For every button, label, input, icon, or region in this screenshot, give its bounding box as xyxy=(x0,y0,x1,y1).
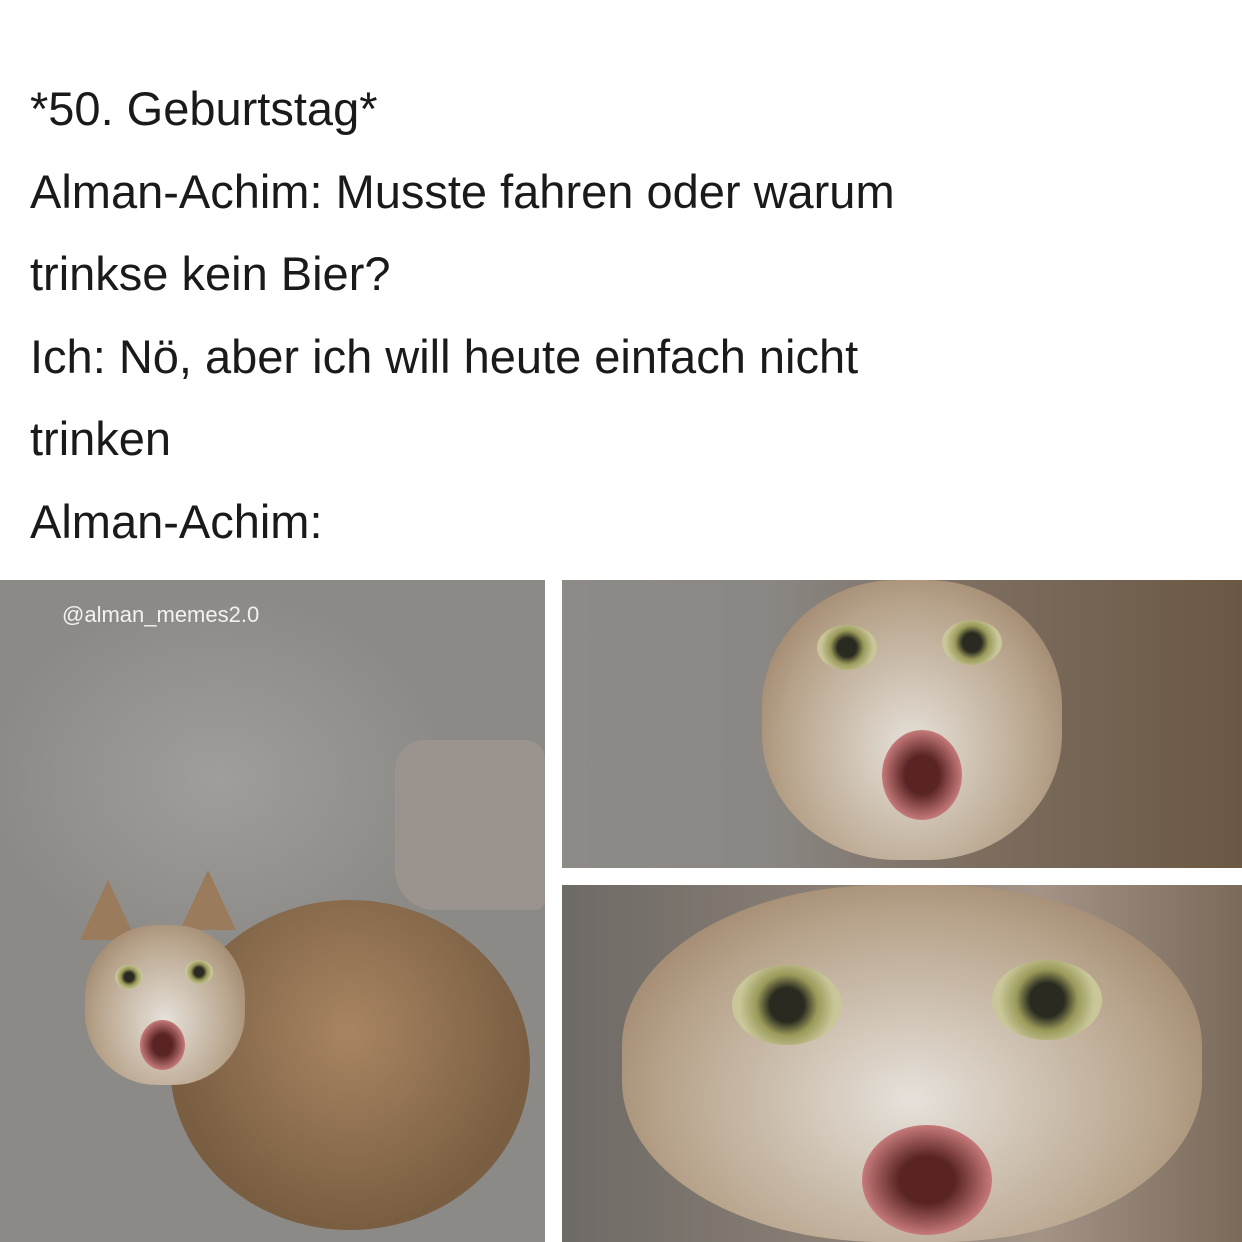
cat-eye xyxy=(942,620,1002,665)
cat-mouth xyxy=(140,1020,185,1070)
cat-ear xyxy=(180,870,236,930)
cat-eye xyxy=(185,960,213,984)
cat-eye xyxy=(732,965,842,1045)
cat-photo-closeup xyxy=(562,580,1242,868)
caption-line: Alman-Achim: xyxy=(30,494,323,548)
meme: *50. Geburtstag* Alman-Achim: Musste fah… xyxy=(0,0,1242,1242)
caption-line: trinkse kein Bier? xyxy=(30,247,391,300)
cat-mouth xyxy=(882,730,962,820)
caption-line: Ich: Nö, aber ich will heute einfach nic… xyxy=(30,329,859,383)
cat-eye xyxy=(992,960,1102,1040)
cat-eye xyxy=(817,625,877,670)
meme-caption: *50. Geburtstag* Alman-Achim: Musste fah… xyxy=(30,68,1210,563)
cat-eye xyxy=(115,965,143,989)
caption-line: Alman-Achim: Musste fahren oder warum xyxy=(30,164,895,218)
cat-photo-extreme-closeup xyxy=(562,885,1242,1242)
cat-photo-full: @alman_memes2.0 xyxy=(0,580,545,1242)
rock xyxy=(395,740,545,910)
cat-mouth xyxy=(862,1125,992,1235)
watermark: @alman_memes2.0 xyxy=(62,602,260,627)
caption-line: *50. Geburtstag* xyxy=(30,82,378,135)
caption-line: trinken xyxy=(30,412,172,465)
